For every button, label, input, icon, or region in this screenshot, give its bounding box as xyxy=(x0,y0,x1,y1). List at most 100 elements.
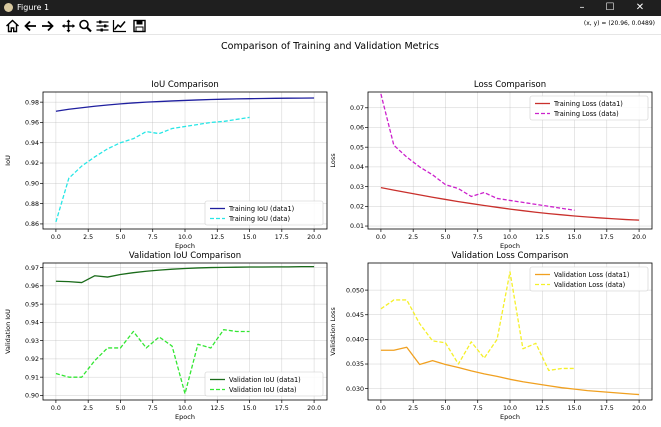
legend-label-2: Training Loss (data) xyxy=(553,110,619,118)
app-icon xyxy=(4,3,13,12)
x-tick-label: 10.0 xyxy=(178,234,192,241)
x-tick-label: 15.0 xyxy=(243,234,257,241)
x-tick-label: 7.5 xyxy=(473,234,483,241)
y-tick-label: 0.92 xyxy=(25,160,39,167)
x-tick-label: 5.0 xyxy=(440,234,450,241)
zoom-icon[interactable] xyxy=(78,18,93,33)
minimize-button[interactable]: – xyxy=(568,0,596,16)
legend-label-2: Validation Loss (data) xyxy=(554,281,625,289)
x-tick-label: 12.5 xyxy=(535,234,549,241)
y-tick-label: 0.90 xyxy=(25,393,39,400)
x-tick-label: 17.5 xyxy=(275,405,289,412)
configure-subplots-icon[interactable] xyxy=(95,18,110,32)
y-tick-label: 0.91 xyxy=(25,374,39,381)
y-tick-label: 0.94 xyxy=(25,140,39,147)
x-tick-label: 2.5 xyxy=(408,234,418,241)
x-tick-label: 17.5 xyxy=(600,234,614,241)
y-tick-label: 0.98 xyxy=(25,99,39,106)
x-tick-label: 12.5 xyxy=(210,405,224,412)
legend-label-1: Validation IoU (data1) xyxy=(229,376,301,384)
legend: Validation IoU (data1) Validation IoU (da… xyxy=(204,371,324,397)
y-tick-label: 0.05 xyxy=(350,144,364,151)
x-tick-label: 0.0 xyxy=(51,405,61,412)
y-axis-label: Validation Loss xyxy=(329,307,337,356)
y-tick-label: 0.030 xyxy=(346,386,364,393)
y-tick-label: 0.07 xyxy=(350,105,364,112)
x-tick-label: 7.5 xyxy=(473,405,483,412)
x-tick-label: 5.0 xyxy=(440,405,450,412)
y-tick-label: 0.96 xyxy=(25,283,39,290)
y-tick-label: 0.97 xyxy=(25,265,39,272)
x-tick-label: 10.0 xyxy=(178,405,192,412)
x-tick-label: 7.5 xyxy=(148,405,158,412)
x-tick-label: 10.0 xyxy=(503,405,517,412)
loss-comparison-axes[interactable]: 0.0 2.5 5.0 7.5 10.0 12.5 15.0 17.5 20.0 0.01 0.02… xyxy=(329,80,653,250)
x-axis-label: Epoch xyxy=(175,242,195,250)
axes-title: Loss Comparison xyxy=(474,80,546,90)
x-tick-label: 15.0 xyxy=(568,405,582,412)
legend-label-1: Training IoU (data1) xyxy=(228,205,294,213)
save-icon[interactable] xyxy=(132,18,147,33)
y-tick-label: 0.96 xyxy=(25,120,39,127)
figure-canvas[interactable]: Comparison of Training and Validation Me… xyxy=(0,35,661,427)
x-tick-label: 17.5 xyxy=(275,234,289,241)
x-tick-label: 5.0 xyxy=(115,234,125,241)
y-tick-label: 0.95 xyxy=(25,301,39,308)
axes-title: Validation Loss Comparison xyxy=(452,251,569,261)
legend: Validation Loss (data1) Validation Loss (… xyxy=(529,266,649,292)
window-titlebar: Figure 1 – ☐ ✕ xyxy=(0,0,661,16)
y-tick-label: 0.93 xyxy=(25,338,39,345)
x-tick-label: 20.0 xyxy=(307,234,321,241)
x-tick-label: 0.0 xyxy=(376,234,386,241)
y-tick-label: 0.90 xyxy=(25,181,39,188)
iou-comparison-axes[interactable]: 0.0 2.5 5.0 7.5 10.0 12.5 15.0 17.5 20.0 0.86 0.88… xyxy=(4,80,328,250)
x-axis-label: Epoch xyxy=(500,242,520,250)
x-tick-label: 20.0 xyxy=(632,234,646,241)
x-axis-label: Epoch xyxy=(175,413,195,421)
edit-axis-icon[interactable] xyxy=(112,18,127,33)
pan-icon[interactable] xyxy=(61,18,76,33)
x-tick-label: 2.5 xyxy=(83,234,93,241)
legend-label-1: Training Loss (data1) xyxy=(553,100,623,108)
legend: Training IoU (data1) Training IoU (data) xyxy=(204,200,324,226)
legend-label-2: Validation IoU (data) xyxy=(229,386,297,394)
x-axis-label: Epoch xyxy=(500,413,520,421)
maximize-button[interactable]: ☐ xyxy=(596,0,624,16)
legend-label-2: Training IoU (data) xyxy=(228,215,290,223)
y-axis-label: Validation IoU xyxy=(4,309,12,354)
x-tick-label: 0.0 xyxy=(376,405,386,412)
x-tick-label: 2.5 xyxy=(408,405,418,412)
home-icon[interactable] xyxy=(5,18,20,33)
x-tick-label: 17.5 xyxy=(600,405,614,412)
y-tick-label: 0.035 xyxy=(346,361,364,368)
y-tick-label: 0.03 xyxy=(350,184,364,191)
x-tick-label: 20.0 xyxy=(632,405,646,412)
y-tick-label: 0.02 xyxy=(350,204,364,211)
x-tick-label: 0.0 xyxy=(51,234,61,241)
axes-title: IoU Comparison xyxy=(151,80,219,90)
x-tick-label: 5.0 xyxy=(115,405,125,412)
y-tick-label: 0.06 xyxy=(350,125,364,132)
window-title: Figure 1 xyxy=(17,3,50,12)
coordinate-readout: (x, y) = (20.96, 0.0489) xyxy=(583,20,655,27)
y-tick-label: 0.92 xyxy=(25,356,39,363)
forward-icon[interactable] xyxy=(40,18,55,32)
legend-label-1: Validation Loss (data1) xyxy=(554,271,629,279)
x-tick-label: 15.0 xyxy=(568,234,582,241)
validation-iou-comparison-axes[interactable]: 0.0 2.5 5.0 7.5 10.0 12.5 15.0 17.5 20.0 0.90 0.91… xyxy=(4,251,328,421)
y-tick-label: 0.04 xyxy=(350,164,364,171)
axes-title: Validation IoU Comparison xyxy=(129,251,241,261)
validation-loss-comparison-axes[interactable]: 0.0 2.5 5.0 7.5 10.0 12.5 15.0 17.5 20.0 0.030 0.0… xyxy=(329,251,653,421)
back-icon[interactable] xyxy=(23,18,38,32)
close-button[interactable]: ✕ xyxy=(626,0,654,16)
y-tick-label: 0.01 xyxy=(350,223,364,230)
legend: Training Loss (data1) Training Loss (data… xyxy=(529,95,649,121)
x-tick-label: 12.5 xyxy=(535,405,549,412)
y-tick-label: 0.86 xyxy=(25,221,39,228)
navigation-toolbar xyxy=(0,16,661,35)
y-tick-label: 0.88 xyxy=(25,201,39,208)
x-tick-label: 7.5 xyxy=(148,234,158,241)
x-tick-label: 20.0 xyxy=(307,405,321,412)
x-tick-label: 10.0 xyxy=(503,234,517,241)
y-tick-label: 0.050 xyxy=(346,287,364,294)
